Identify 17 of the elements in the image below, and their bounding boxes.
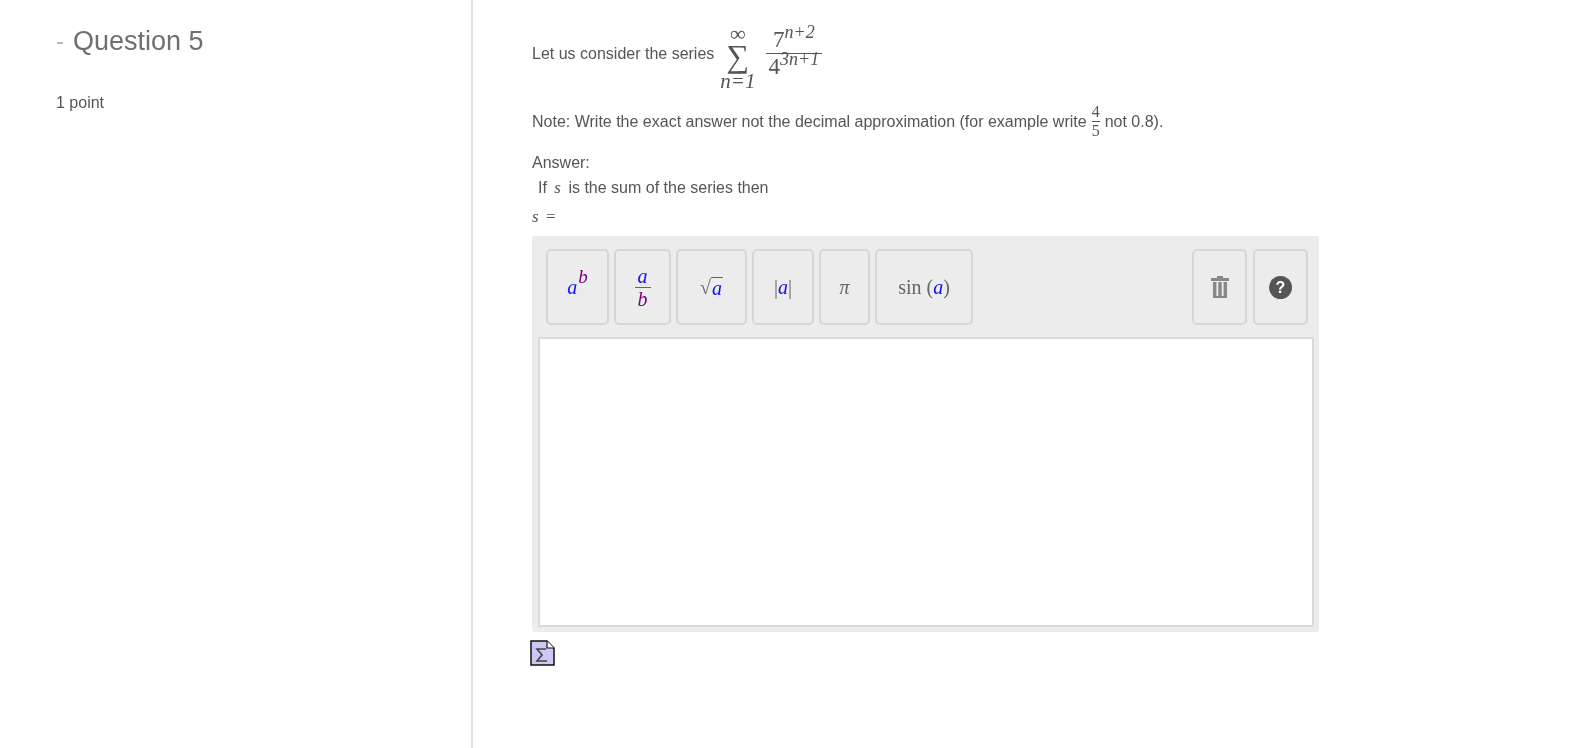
pi-button[interactable]: π xyxy=(819,249,870,325)
document-sigma-icon[interactable] xyxy=(530,640,555,666)
absolute-value-button[interactable]: |a| xyxy=(752,249,814,325)
points-label: 1 point xyxy=(56,93,105,113)
answer-label: Answer: xyxy=(532,153,591,173)
question-title: Question 5 xyxy=(73,25,204,58)
clear-button[interactable] xyxy=(1192,249,1247,325)
trash-icon xyxy=(1210,276,1229,298)
answer-lead: s = xyxy=(532,207,557,227)
sine-button[interactable]: sin (a) xyxy=(875,249,973,325)
answer-prompt: If s is the sum of the series then xyxy=(538,178,770,198)
help-button[interactable]: ? xyxy=(1253,249,1308,325)
square-root-button[interactable]: √a xyxy=(676,249,747,325)
help-icon: ? xyxy=(1269,275,1292,299)
fraction-button[interactable]: a b xyxy=(614,249,671,325)
power-button[interactable]: ab xyxy=(546,249,609,325)
prompt-text: Let us consider the series xyxy=(532,44,715,63)
